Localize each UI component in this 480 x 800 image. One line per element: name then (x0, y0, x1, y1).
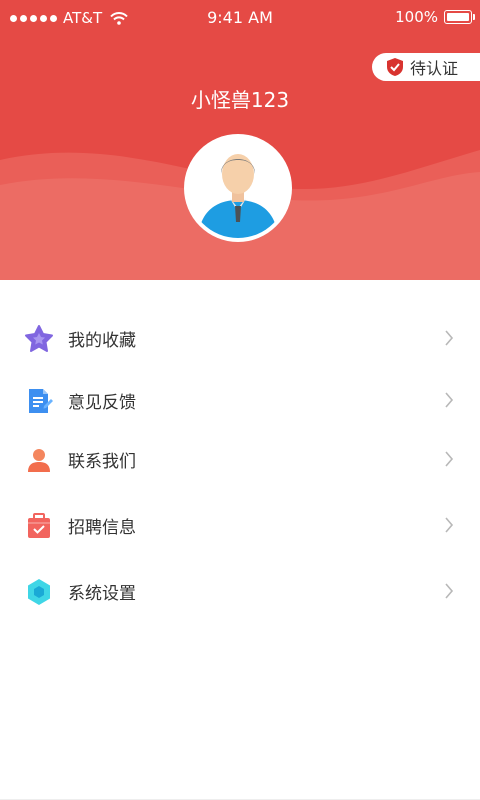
battery-percent: 100% (395, 8, 438, 26)
menu-item-label: 系统设置 (68, 583, 136, 604)
menu-item-label: 招聘信息 (68, 517, 136, 538)
chevron-right-icon (445, 392, 454, 408)
avatar[interactable] (184, 134, 292, 242)
badge-label: 待认证 (410, 59, 459, 78)
battery-status: 100% (395, 8, 475, 26)
briefcase-check-icon (28, 513, 50, 538)
feedback-document-icon (29, 389, 53, 413)
username: 小怪兽123 (190, 88, 290, 112)
hexagon-settings-icon (28, 579, 50, 605)
chevron-right-icon (445, 451, 454, 467)
menu-item-favorites[interactable]: 我的收藏 (0, 310, 480, 366)
menu-item-label: 联系我们 (68, 451, 136, 472)
user-avatar-icon (188, 138, 288, 238)
status-bar: AT&T 9:41 AM 100% (0, 0, 480, 36)
menu-item-label: 我的收藏 (68, 330, 136, 351)
chevron-right-icon (445, 330, 454, 346)
menu-item-feedback[interactable]: 意见反馈 (0, 372, 480, 428)
profile-header: AT&T 9:41 AM 100% 待认证 小怪兽123 (0, 0, 480, 280)
menu-item-contact[interactable]: 联系我们 (0, 431, 480, 487)
star-icon (25, 325, 53, 352)
battery-icon (444, 10, 475, 24)
shield-check-icon (387, 58, 403, 76)
person-icon (28, 449, 50, 472)
menu-item-settings[interactable]: 系统设置 (0, 563, 480, 619)
chevron-right-icon (445, 517, 454, 533)
menu-item-label: 意见反馈 (68, 392, 136, 413)
chevron-right-icon (445, 583, 454, 599)
verification-badge[interactable]: 待认证 (372, 53, 480, 81)
menu-item-recruitment[interactable]: 招聘信息 (0, 497, 480, 553)
